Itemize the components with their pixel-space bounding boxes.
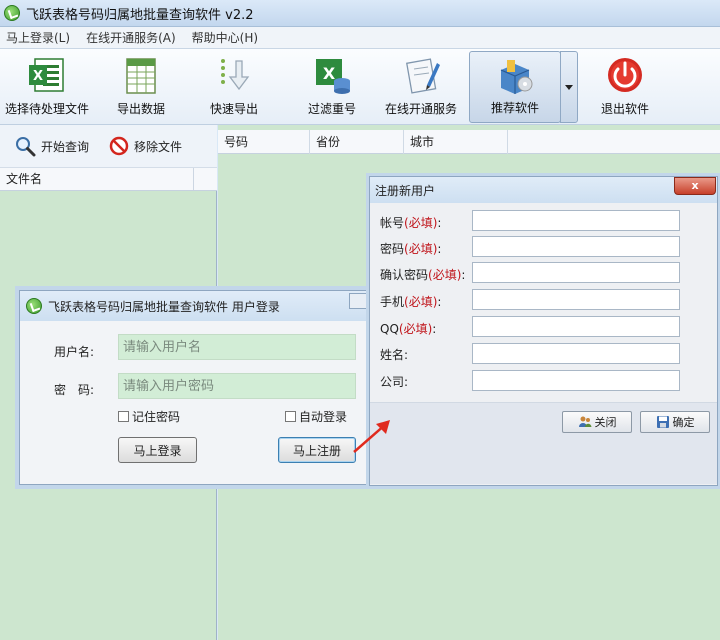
svg-text:X: X [33,69,43,84]
title-bar: 飞跃表格号码归属地批量查询软件 v2.2 [0,0,720,27]
filter-excel-icon: X [316,59,350,94]
login-dialog-title: 飞跃表格号码归属地批量查询软件 用户登录 [48,299,280,314]
remember-checkbox-box [118,411,129,422]
column-header-number[interactable]: 号码 [218,130,310,154]
exit-label: 退出软件 [600,102,649,116]
name-label: 姓名: [380,348,409,362]
auto-login-label: 自动登录 [299,410,348,424]
remove-file-button[interactable]: 移除文件 [109,136,182,156]
results-grid-header: 号码 省份 城市 [218,130,720,154]
password-label: 密 码: [54,383,95,397]
register-close-button[interactable]: 关闭 [562,411,632,433]
file-name-column-header[interactable]: 文件名 [0,167,217,191]
menu-bar: 马上登录(L) 在线开通服务(A) 帮助中心(H) [0,27,720,49]
register-dialog-title: 注册新用户 [375,183,436,198]
window-title: 飞跃表格号码归属地批量查询软件 v2.2 [26,7,254,23]
username-input[interactable] [118,334,356,360]
qq-input[interactable] [472,316,680,337]
password-input[interactable] [118,373,356,399]
recommend-dropdown-arrow[interactable] [560,51,578,123]
filter-duplicates-label: 过滤重号 [307,102,356,116]
save-disk-icon [656,416,669,428]
menu-help[interactable]: 帮助中心(H) [192,29,258,46]
company-label: 公司: [380,375,409,389]
auto-login-checkbox-box [285,411,296,422]
login-app-icon [26,298,42,314]
username-label: 用户名: [54,345,95,359]
quick-export-button[interactable]: 快速导出 [202,51,266,123]
column-header-province[interactable]: 省份 [310,130,404,154]
register-footer: 关闭 确定 [370,402,717,484]
online-service-button[interactable]: 在线开通服务 [382,51,460,123]
account-input[interactable] [472,210,680,231]
select-file-label: 选择待处理文件 [4,102,89,116]
reg-password-input[interactable] [472,236,680,257]
register-confirm-label: 确定 [672,416,695,429]
reg-password-label: 密码(必填): [380,242,442,256]
column-divider [193,168,194,190]
qq-label: QQ(必填): [380,322,437,336]
phone-label: 手机(必填): [380,295,442,309]
remember-password-checkbox[interactable]: 记住密码 [118,408,180,425]
auto-login-checkbox[interactable]: 自动登录 [285,408,347,425]
start-query-label: 开始查询 [41,139,90,154]
name-input[interactable] [472,343,680,364]
file-name-header-label: 文件名 [6,172,43,186]
login-dialog: 飞跃表格号码归属地批量查询软件 用户登录 用户名: 密 码: 记住密码 自动登录… [19,290,373,485]
confirm-password-input[interactable] [472,262,680,283]
users-icon [578,416,591,427]
excel-file-icon: X [29,58,64,92]
recommend-software-label: 推荐软件 [490,101,539,115]
confirm-password-label: 确认密码(必填): [380,268,466,282]
quick-export-icon [221,59,250,91]
document-pen-icon [405,58,440,94]
menu-login[interactable]: 马上登录(L) [6,29,70,46]
filter-duplicates-button[interactable]: X 过滤重号 [300,51,364,123]
spreadsheet-icon [126,58,156,94]
file-actions-bar: 开始查询 移除文件 [0,125,217,167]
column-header-city[interactable]: 城市 [404,130,508,154]
online-service-label: 在线开通服务 [384,102,457,116]
remember-label: 记住密码 [132,410,181,424]
toolbar: X 选择待处理文件 导出数据 快速导出 X 过滤重号 在线开通服务 推荐软件 退… [0,49,720,125]
power-icon [608,58,642,92]
quick-export-label: 快速导出 [209,102,258,116]
register-close-label: 关闭 [594,416,617,429]
phone-input[interactable] [472,289,680,310]
login-window-button[interactable] [349,293,369,309]
exit-button[interactable]: 退出软件 [594,51,656,123]
register-confirm-button[interactable]: 确定 [640,411,710,433]
svg-text:X: X [323,64,336,83]
register-dialog-titlebar: 注册新用户 [370,177,717,203]
login-dialog-titlebar: 飞跃表格号码归属地批量查询软件 用户登录 [20,291,372,321]
export-button[interactable]: 导出数据 [110,51,172,123]
pointer-arrow-icon [353,420,390,453]
account-label: 帐号(必填): [380,216,442,230]
magnifier-icon [16,137,36,157]
register-close-icon[interactable]: x [674,177,716,195]
software-box-icon [500,60,533,94]
register-dialog: 注册新用户 x 帐号(必填): 密码(必填): 确认密码(必填): 手机(必填)… [369,176,718,486]
login-button[interactable]: 马上登录 [118,437,197,463]
export-label: 导出数据 [116,102,165,116]
start-query-button[interactable]: 开始查询 [14,135,89,157]
no-entry-icon [109,136,129,156]
menu-online-service[interactable]: 在线开通服务(A) [86,29,176,46]
register-button[interactable]: 马上注册 [278,437,356,463]
company-input[interactable] [472,370,680,391]
remove-file-label: 移除文件 [134,139,183,154]
select-file-button[interactable]: X 选择待处理文件 [4,51,90,123]
recommend-software-button[interactable]: 推荐软件 [469,51,561,123]
app-logo-icon [4,5,20,21]
